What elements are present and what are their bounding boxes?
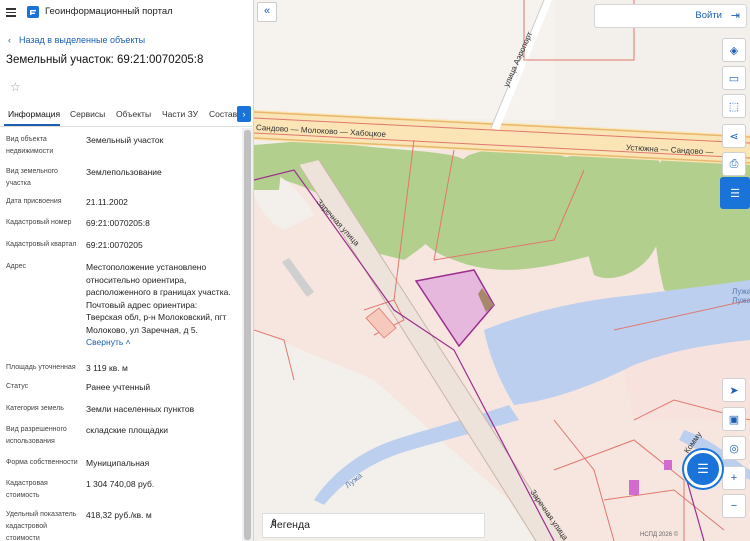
basemap-icon[interactable]: ▣	[722, 407, 746, 431]
select-area-icon[interactable]: ⬚	[722, 94, 746, 118]
property-value: 418,32 руб./кв. м	[86, 510, 152, 520]
map-view[interactable]: Сандово — Молоково — Хабоцкое Устюжна — …	[254, 0, 750, 541]
property-value: Муниципальная	[86, 458, 150, 468]
property-value: 1 304 740,08 руб.	[86, 479, 155, 489]
property-label: Кадастровая стоимость	[6, 480, 48, 499]
property-value: Землепользование	[86, 167, 162, 177]
property-value: Земли населенных пунктов	[86, 404, 195, 414]
property-label: Категория земель	[6, 405, 64, 412]
property-label: Вид земельного участка	[6, 168, 58, 187]
property-value: Земельный участок	[86, 135, 164, 145]
panel-header: Геоинформационный портал	[0, 0, 253, 26]
property-value: 21.11.2002	[86, 197, 128, 207]
zoom-out-button[interactable]: −	[722, 494, 746, 518]
property-label: Форма собственности	[6, 459, 78, 466]
property-label: Кадастровый номер	[6, 219, 72, 226]
chevron-updown-icon: ⇕	[270, 518, 279, 529]
property-label: Площадь уточненная	[6, 364, 76, 371]
tab-composition[interactable]: Состав	[209, 109, 237, 119]
water-label: Лужа	[732, 287, 750, 296]
star-icon[interactable]: ☆	[10, 80, 21, 94]
address-text: Местоположение установлено относительно …	[86, 262, 231, 335]
share-icon[interactable]: ⋖	[722, 124, 746, 148]
property-label: Удельный показатель кадастровой стоимост…	[6, 511, 77, 541]
back-link-label: Назад в выделенные объекты	[19, 35, 146, 45]
back-to-selected-link[interactable]: ‹ Назад в выделенные объекты	[8, 35, 145, 45]
property-value: Местоположение установлено относительно …	[86, 261, 231, 349]
collapse-panel-button[interactable]: «	[257, 2, 277, 22]
tab-information[interactable]: Информация	[8, 109, 60, 119]
login-label: Войти	[695, 10, 722, 21]
collapse-link[interactable]: Свернуть ˄	[86, 337, 131, 347]
tab-services[interactable]: Сервисы	[70, 109, 105, 119]
info-tabs: Информация Сервисы Объекты Части ЗУ Сост…	[0, 104, 253, 127]
ruler-icon[interactable]: ▭	[722, 66, 746, 90]
water-label: Лужа	[732, 296, 750, 305]
property-label: Вид объекта недвижимости	[6, 136, 54, 155]
property-label: Дата присвоения	[6, 198, 62, 205]
locate-icon[interactable]: ◎	[722, 436, 746, 460]
object-info-panel: Геоинформационный портал ‹ Назад в выделе…	[0, 0, 254, 541]
property-value: складские площадки	[86, 425, 169, 435]
tabs-next-button[interactable]: ›	[237, 106, 251, 122]
properties-list: Вид объекта недвижимости Земельный участ…	[0, 128, 241, 541]
portal-title: Геоинформационный портал	[45, 6, 173, 17]
property-value: 69:21:0070205	[86, 240, 143, 250]
property-value: Ранее учтенный	[86, 382, 151, 392]
active-tab-indicator	[4, 124, 60, 126]
property-label: Статус	[6, 383, 29, 390]
print-icon[interactable]: ⎙	[722, 152, 746, 176]
login-button[interactable]: Войти ⇥	[594, 4, 747, 28]
collapse-label: Свернуть	[86, 337, 124, 347]
map-copyright: НСПД 2026 ©	[640, 532, 679, 538]
property-label: Адрес	[6, 263, 27, 270]
login-icon: ⇥	[730, 10, 740, 22]
menu-icon[interactable]	[6, 8, 16, 17]
chevron-up-icon: ˄	[125, 337, 131, 347]
zoom-in-button[interactable]: +	[722, 466, 746, 490]
legend-selector[interactable]: Легенда ⇕	[262, 513, 485, 538]
tab-objects[interactable]: Объекты	[116, 109, 151, 119]
navigate-icon[interactable]: ➤	[722, 378, 746, 402]
properties-scrollbar[interactable]	[242, 128, 253, 541]
tab-parts[interactable]: Части ЗУ	[162, 109, 198, 119]
chat-icon[interactable]: ☰	[684, 450, 722, 488]
property-value: 69:21:0070205:8	[86, 218, 150, 228]
layers-icon[interactable]: ◈	[722, 38, 746, 62]
property-label: Кадастровый квартал	[6, 241, 77, 248]
property-label: Вид разрешенного использования	[6, 426, 67, 445]
chevron-left-icon: ‹	[8, 35, 11, 45]
map-canvas[interactable]	[254, 0, 750, 541]
info-panel-icon[interactable]: ☰	[720, 177, 750, 209]
portal-logo-icon	[27, 6, 39, 18]
property-value: 3 119 кв. м	[86, 363, 128, 373]
object-title: Земельный участок: 69:21:0070205:8	[6, 54, 204, 66]
scroll-thumb[interactable]	[244, 130, 251, 540]
